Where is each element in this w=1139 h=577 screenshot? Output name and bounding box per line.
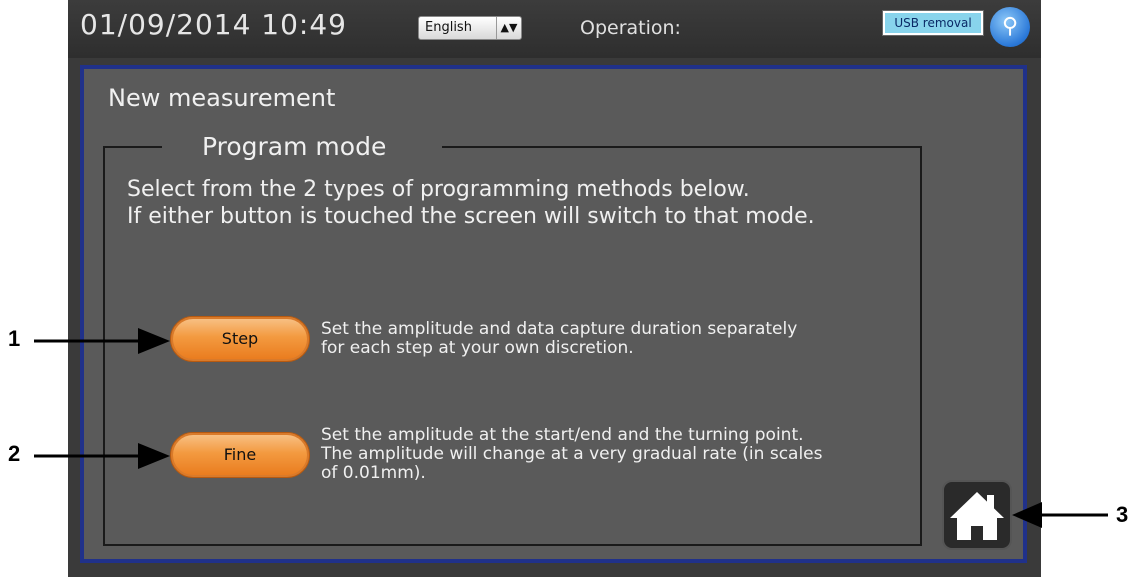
- fine-description: Set the amplitude at the start/end and t…: [321, 426, 823, 483]
- callout-arrow-2: [34, 443, 170, 469]
- usb-icon: ⚲: [990, 7, 1030, 47]
- language-value: English: [425, 20, 472, 35]
- datetime-display: 01/09/2014 10:49: [80, 8, 347, 41]
- step-description-line-2: for each step at your own discretion.: [321, 338, 634, 358]
- language-select[interactable]: English ▲▼: [418, 16, 522, 40]
- page-title: New measurement: [108, 84, 336, 112]
- group-title: Program mode: [162, 132, 442, 161]
- instructions: Select from the 2 types of programming m…: [127, 176, 815, 230]
- callout-number-1: 1: [8, 326, 21, 351]
- step-button[interactable]: Step: [170, 316, 310, 362]
- fine-description-line-2: The amplitude will change at a very grad…: [321, 444, 823, 464]
- fine-description-line-3: of 0.01mm).: [321, 463, 426, 483]
- instructions-line-2: If either button is touched the screen w…: [127, 204, 815, 229]
- callout-number-3: 3: [1116, 502, 1129, 527]
- home-icon: [950, 492, 1004, 540]
- fine-button[interactable]: Fine: [170, 432, 310, 478]
- fine-description-line-1: Set the amplitude at the start/end and t…: [321, 425, 804, 445]
- callout-arrow-3: [1012, 502, 1108, 528]
- home-button[interactable]: [942, 480, 1012, 550]
- updown-arrows-icon: ▲▼: [496, 17, 521, 39]
- instructions-line-1: Select from the 2 types of programming m…: [127, 177, 750, 202]
- operation-label: Operation:: [580, 17, 681, 39]
- step-description-line-1: Set the amplitude and data capture durat…: [321, 319, 798, 339]
- callout-number-2: 2: [8, 441, 21, 466]
- callout-arrow-1: [34, 328, 170, 354]
- step-description: Set the amplitude and data capture durat…: [321, 320, 797, 358]
- usb-removal-button[interactable]: USB removal: [882, 10, 984, 36]
